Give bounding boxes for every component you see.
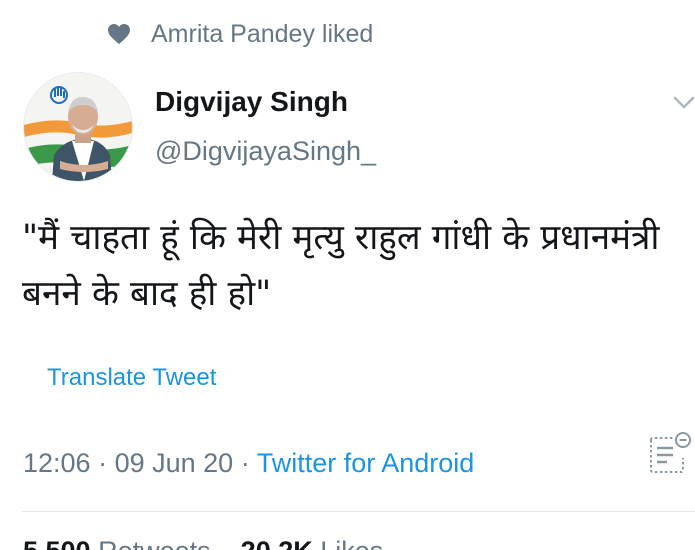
author-handle[interactable]: @DigvijayaSingh_ [155, 136, 376, 167]
divider [22, 511, 695, 512]
tweet-metadata: 12:06 · 09 Jun 20 · Twitter for Android [23, 448, 474, 479]
likes-count: 20.2K [241, 536, 313, 550]
analytics-icon[interactable] [647, 430, 693, 476]
chevron-down-icon[interactable] [672, 92, 695, 112]
retweets-label: Retweets [98, 536, 211, 550]
avatar[interactable] [23, 72, 133, 182]
meta-separator: · [233, 448, 257, 478]
tweet-stats[interactable]: 5,500 Retweets 20.2K Likes [23, 536, 383, 550]
tweet-detail-view: Amrita Pandey liked Digvijay Singh @Digv… [0, 0, 695, 550]
meta-separator: · [90, 448, 115, 478]
translate-tweet-link[interactable]: Translate Tweet [47, 364, 216, 392]
avatar-image [24, 73, 132, 181]
author-name[interactable]: Digvijay Singh [155, 86, 348, 118]
social-context[interactable]: Amrita Pandey liked [107, 18, 373, 50]
heart-icon [108, 24, 130, 44]
tweet-date: 09 Jun 20 [114, 448, 234, 478]
tweet-time: 12:06 [23, 448, 91, 478]
likes-label: Likes [320, 536, 383, 550]
tweet-source-link[interactable]: Twitter for Android [257, 448, 475, 478]
social-context-text: Amrita Pandey liked [151, 19, 374, 48]
retweets-count: 5,500 [23, 536, 91, 550]
tweet-text: "मैं चाहता हूं कि मेरी मृत्यु राहुल गांध… [22, 218, 660, 314]
